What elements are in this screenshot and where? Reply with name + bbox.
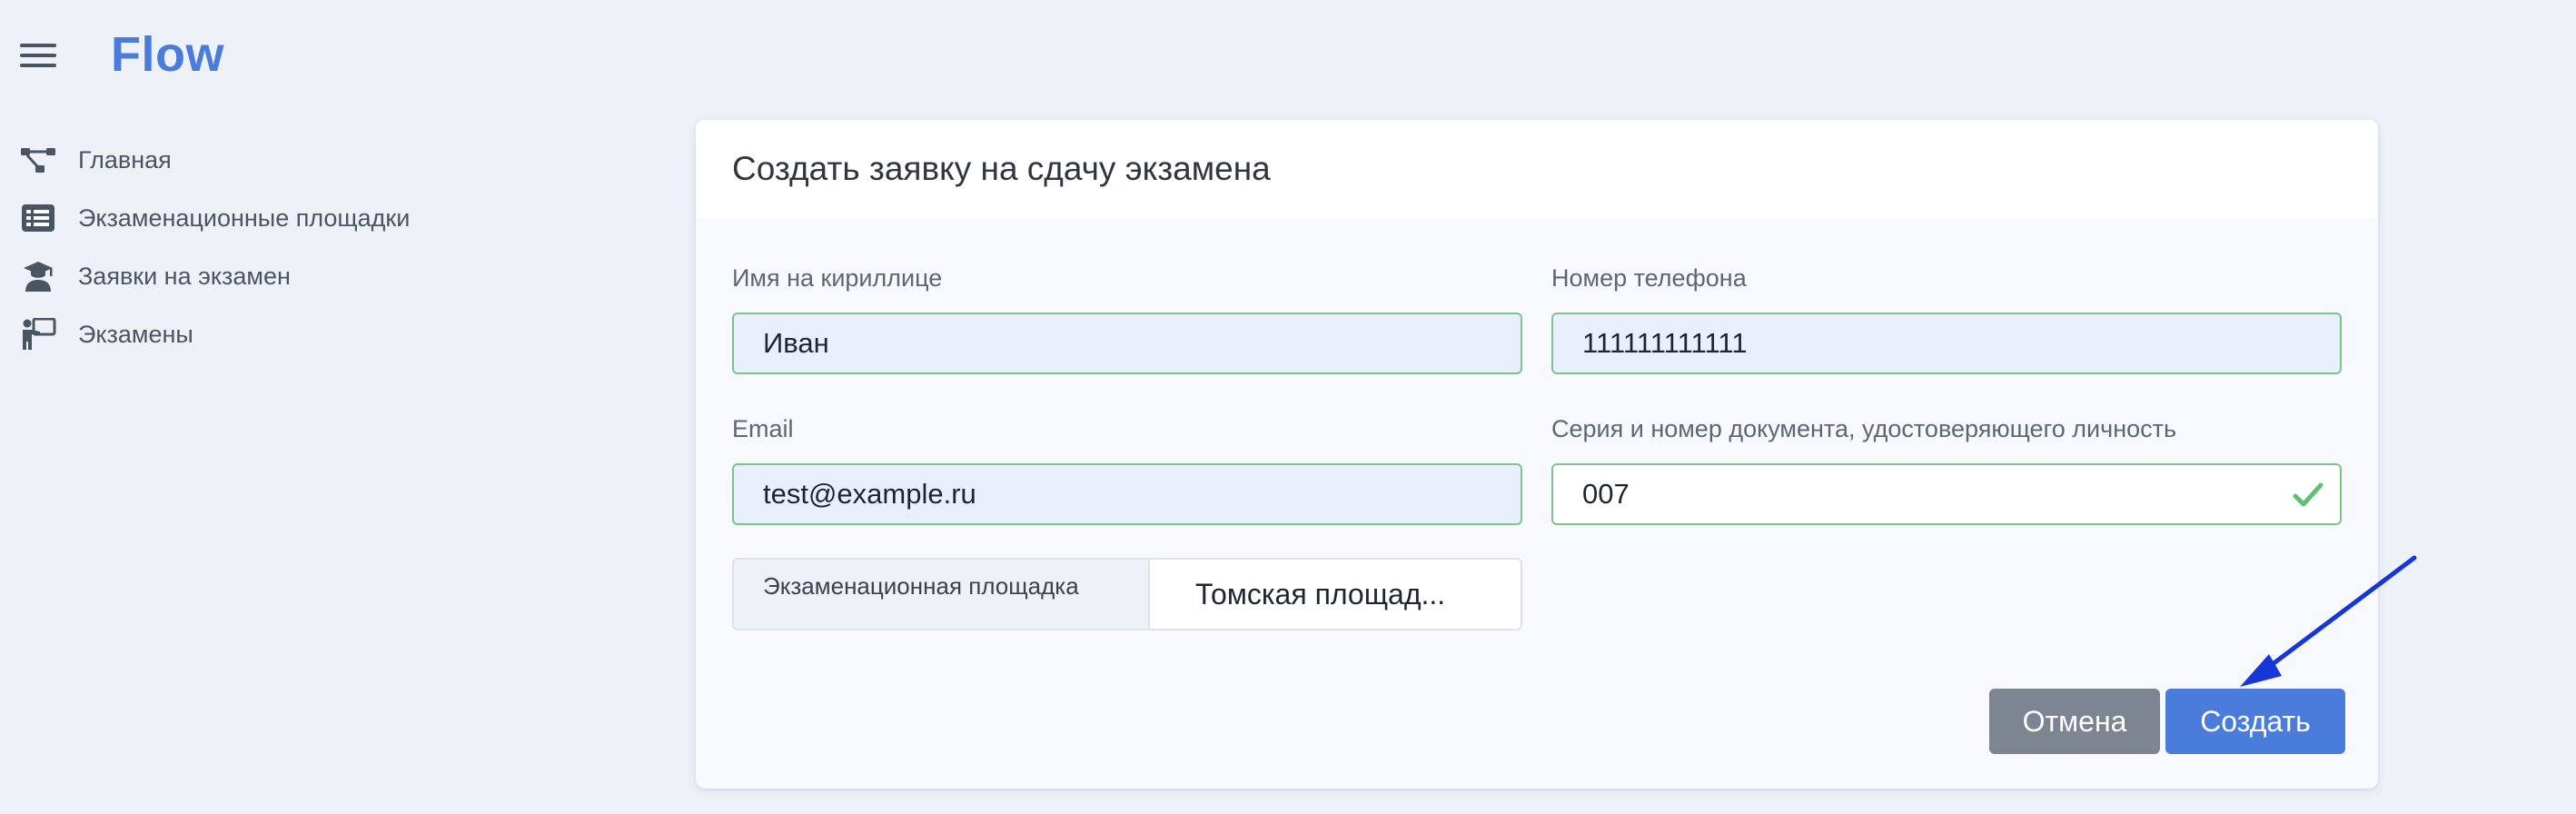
menu-toggle-icon[interactable] xyxy=(20,40,58,69)
sidebar-item-home[interactable]: Главная xyxy=(18,140,172,180)
exam-site-select-group: Экзаменационная площадка Томская площад.… xyxy=(732,558,1522,630)
email-field[interactable]: test@example.ru xyxy=(732,463,1522,525)
list-icon xyxy=(18,198,58,238)
email-label: Email xyxy=(732,415,794,442)
modal-title: Создать заявку на сдачу экзамена xyxy=(732,150,1271,187)
sidebar-item-exams[interactable]: Экзамены xyxy=(18,314,193,354)
name-field[interactable]: Иван xyxy=(732,313,1522,374)
sidebar-item-label: Экзамены xyxy=(78,320,193,348)
exam-site-label: Экзаменационная площадка xyxy=(734,560,1150,629)
exam-site-select[interactable]: Томская площад... xyxy=(1150,560,1445,629)
cancel-button[interactable]: Отмена xyxy=(1989,689,2160,754)
phone-label: Номер телефона xyxy=(1551,264,1747,292)
flow-diagram-icon xyxy=(18,140,58,180)
modal-header: Создать заявку на сдачу экзамена xyxy=(696,120,2378,218)
sidebar-item-exam-requests[interactable]: Заявки на экзамен xyxy=(18,256,291,296)
graduate-icon xyxy=(18,256,58,296)
document-label: Серия и номер документа, удостоверяющего… xyxy=(1551,415,2177,442)
phone-field[interactable]: 111111111111 xyxy=(1551,313,2342,374)
sidebar-item-label: Главная xyxy=(78,145,172,174)
valid-check-icon xyxy=(2293,482,2323,507)
name-label: Имя на кириллице xyxy=(732,264,943,292)
name-field-value: Иван xyxy=(763,327,829,359)
sidebar-item-label: Экзаменационные площадки xyxy=(78,204,411,232)
teacher-board-icon xyxy=(18,314,58,354)
sidebar-item-label: Заявки на экзамен xyxy=(78,262,291,290)
create-button[interactable]: Создать xyxy=(2165,689,2345,754)
create-request-modal: Создать заявку на сдачу экзамена Имя на … xyxy=(696,120,2378,789)
document-field[interactable]: 007 xyxy=(1551,463,2342,525)
phone-field-value: 111111111111 xyxy=(1582,327,1748,359)
email-field-value: test@example.ru xyxy=(763,478,976,510)
document-field-value: 007 xyxy=(1582,478,1630,510)
sidebar-item-exam-sites[interactable]: Экзаменационные площадки xyxy=(18,198,410,238)
app-logo[interactable]: Flow xyxy=(111,25,224,84)
